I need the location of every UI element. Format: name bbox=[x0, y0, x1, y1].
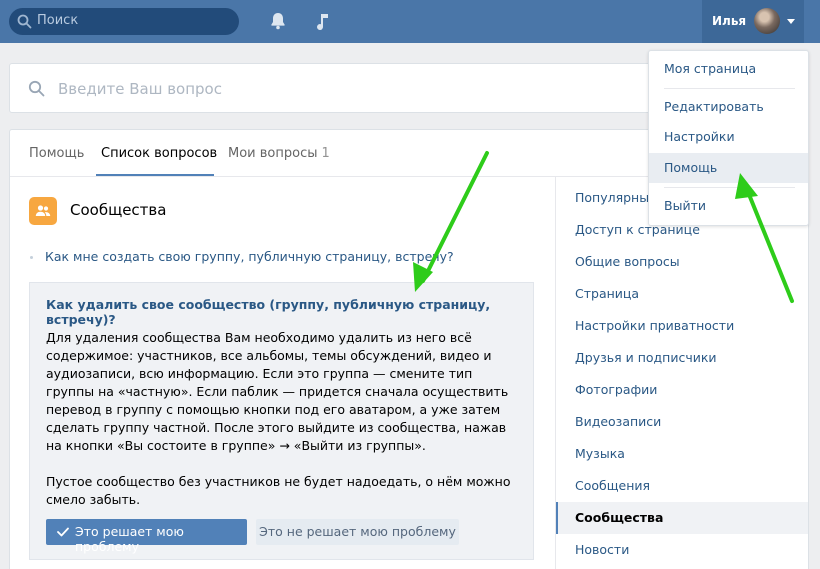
bullet bbox=[30, 256, 33, 259]
menu-item-settings[interactable]: Настройки bbox=[649, 122, 808, 152]
help-search-placeholder: Введите Ваш вопрос bbox=[58, 80, 222, 98]
search-icon bbox=[17, 14, 32, 29]
user-name: Илья bbox=[712, 14, 747, 28]
active-tab-indicator bbox=[96, 174, 214, 176]
category-item-music[interactable]: Музыка bbox=[556, 438, 808, 470]
user-menu-button[interactable]: Илья bbox=[702, 0, 804, 43]
search-icon bbox=[28, 80, 45, 97]
user-dropdown-menu: Моя страница Редактировать Настройки Пом… bbox=[648, 50, 809, 226]
not-solved-button[interactable]: Это не решает мою проблему bbox=[256, 519, 459, 545]
category-item-videos[interactable]: Видеозаписи bbox=[556, 406, 808, 438]
category-item-messages[interactable]: Сообщения bbox=[556, 470, 808, 502]
category-item-photos[interactable]: Фотографии bbox=[556, 374, 808, 406]
menu-item-help[interactable]: Помощь bbox=[649, 153, 808, 183]
tab-help[interactable]: Помощь bbox=[29, 146, 84, 161]
category-item-communities[interactable]: Сообщества bbox=[556, 502, 808, 534]
category-item-general[interactable]: Общие вопросы bbox=[556, 246, 808, 278]
category-item-page[interactable]: Страница bbox=[556, 278, 808, 310]
question-link-create-group[interactable]: Как мне создать свою группу, публичную с… bbox=[45, 249, 454, 264]
category-item-privacy[interactable]: Настройки приватности bbox=[556, 310, 808, 342]
answer-body: Для удаления сообщества Вам необходимо у… bbox=[46, 329, 524, 527]
tab-help-label: Помощь bbox=[29, 146, 85, 161]
category-item-friends[interactable]: Друзья и подписчики bbox=[556, 342, 808, 374]
menu-item-my-page[interactable]: Моя страница bbox=[649, 54, 808, 84]
answer-title[interactable]: Как удалить свое сообщество (группу, пуб… bbox=[46, 297, 533, 327]
answer-block: Как удалить свое сообщество (группу, пуб… bbox=[29, 282, 534, 560]
check-icon bbox=[57, 527, 69, 537]
menu-item-edit[interactable]: Редактировать bbox=[649, 92, 808, 122]
music-icon[interactable] bbox=[313, 11, 333, 31]
menu-divider bbox=[664, 88, 795, 89]
global-search-input[interactable]: Поиск bbox=[9, 8, 239, 35]
answer-paragraph: Для удаления сообщества Вам необходимо у… bbox=[46, 330, 509, 453]
avatar bbox=[754, 8, 780, 34]
section-title: Сообщества bbox=[70, 201, 167, 219]
solved-button[interactable]: Это решает мою проблему bbox=[46, 519, 247, 554]
bell-icon[interactable] bbox=[268, 11, 288, 31]
menu-divider bbox=[664, 187, 795, 188]
menu-item-logout[interactable]: Выйти bbox=[649, 191, 808, 221]
solved-button-label: Это решает мою проблему bbox=[75, 524, 184, 554]
top-bar: Поиск Илья bbox=[0, 0, 820, 43]
tab-my-questions-label: Мои вопросы bbox=[228, 146, 318, 161]
chevron-down-icon bbox=[787, 19, 795, 24]
tab-questions-list-label: Список вопросов bbox=[101, 146, 218, 161]
tab-questions-list[interactable]: Список вопросов bbox=[101, 146, 217, 161]
answer-paragraph: Пустое сообщество без участников не буде… bbox=[46, 474, 511, 507]
tab-my-questions-count: 1 bbox=[321, 146, 330, 161]
category-menu: Популярные Доступ к странице Общие вопро… bbox=[555, 177, 808, 569]
category-item-news[interactable]: Новости bbox=[556, 534, 808, 566]
community-icon bbox=[29, 197, 57, 225]
global-search-placeholder: Поиск bbox=[37, 13, 79, 28]
tab-my-questions[interactable]: Мои вопросы 1 bbox=[228, 146, 330, 161]
